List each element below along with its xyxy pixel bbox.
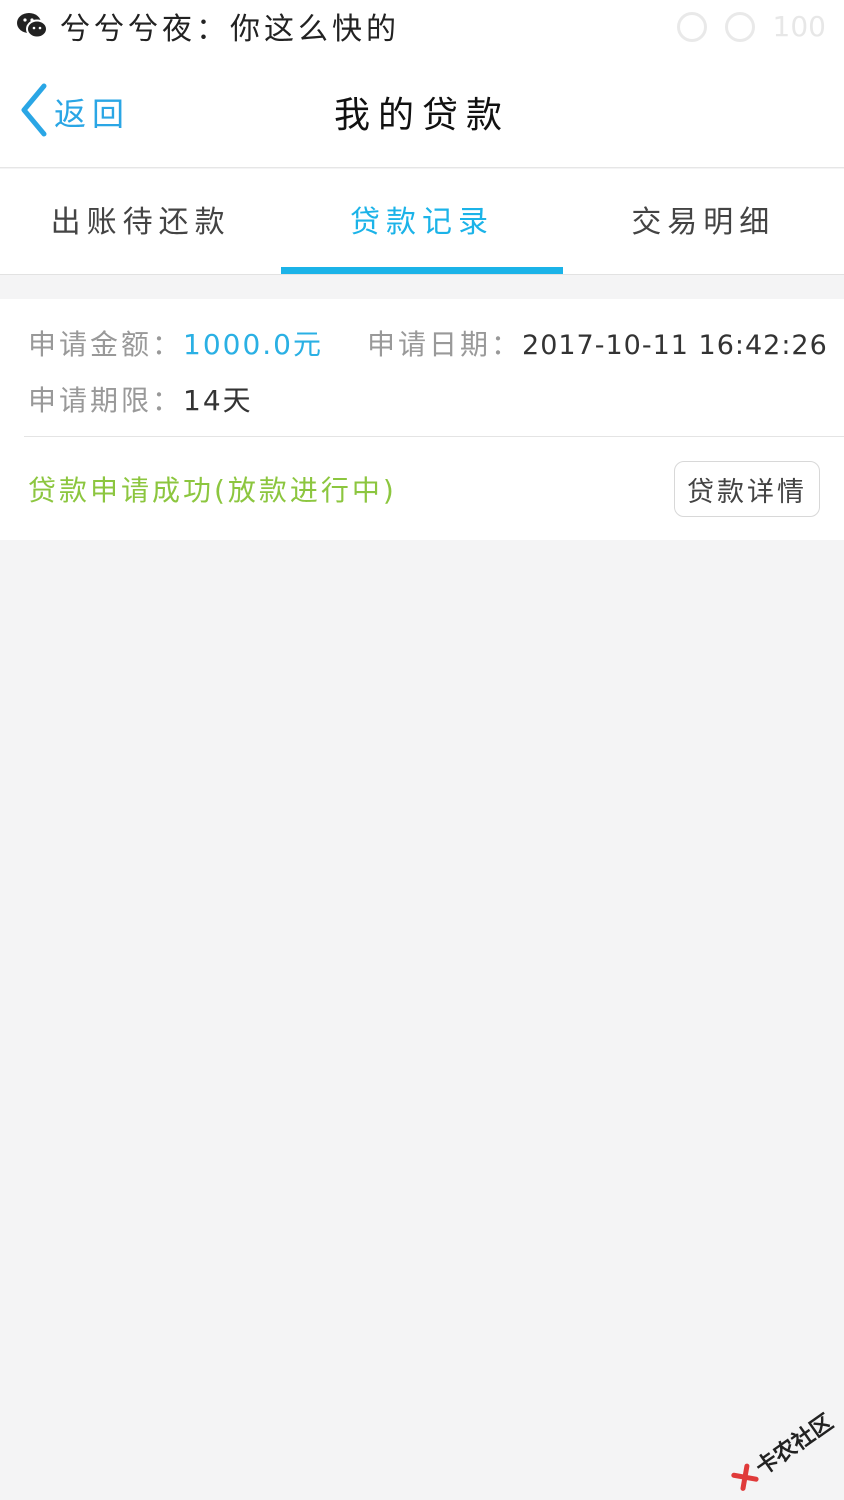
notification-text: 兮兮兮夜：你这么快的 xyxy=(60,12,400,47)
signal-icon xyxy=(724,11,755,42)
active-tab-indicator xyxy=(281,267,563,274)
tab-transaction-details[interactable]: 交易明细 xyxy=(563,169,844,274)
tab-bar: 出账待还款 贷款记录 交易明细 xyxy=(0,169,844,275)
loan-details-button[interactable]: 贷款详情 xyxy=(674,461,820,517)
watermark-text: 卡农社区 xyxy=(751,1409,838,1481)
navigation-bar: 返回 我的贷款 xyxy=(0,52,844,168)
tab-pending-repayment[interactable]: 出账待还款 xyxy=(0,169,281,274)
tab-label: 交易明细 xyxy=(631,204,776,240)
record-row-amount-date: 申请金额： 1000.0元 申请日期： 2017-10-11 16:42:26 xyxy=(28,323,828,363)
tab-loan-records[interactable]: 贷款记录 xyxy=(281,169,563,274)
record-row-term: 申请期限： 14天 xyxy=(28,379,253,419)
status-icons: 100 xyxy=(676,10,826,43)
divider xyxy=(24,436,844,437)
amount-label: 申请金额： xyxy=(28,328,184,361)
loan-record-card: 申请金额： 1000.0元 申请日期： 2017-10-11 16:42:26 … xyxy=(0,299,844,540)
date-value: 2017-10-11 16:42:26 xyxy=(522,330,828,361)
term-value: 14天 xyxy=(183,384,253,417)
tab-label: 出账待还款 xyxy=(50,204,231,240)
wechat-icon xyxy=(16,10,48,42)
status-bar: 兮兮兮夜：你这么快的 100 xyxy=(0,0,844,52)
battery-level: 100 xyxy=(772,10,826,43)
watermark: 卡农社区 xyxy=(720,1398,842,1500)
screen: 兮兮兮夜：你这么快的 100 返回 我的贷款 出账待还款 贷款记录 交易明细 申… xyxy=(0,0,844,1500)
loan-status-text: 贷款申请成功(放款进行中) xyxy=(28,474,397,507)
page-title: 我的贷款 xyxy=(333,95,510,136)
tab-label: 贷款记录 xyxy=(349,204,494,240)
amount-value: 1000.0元 xyxy=(183,328,323,361)
term-label: 申请期限： xyxy=(28,384,184,417)
alarm-icon xyxy=(676,11,707,42)
date-label: 申请日期： xyxy=(367,328,523,361)
